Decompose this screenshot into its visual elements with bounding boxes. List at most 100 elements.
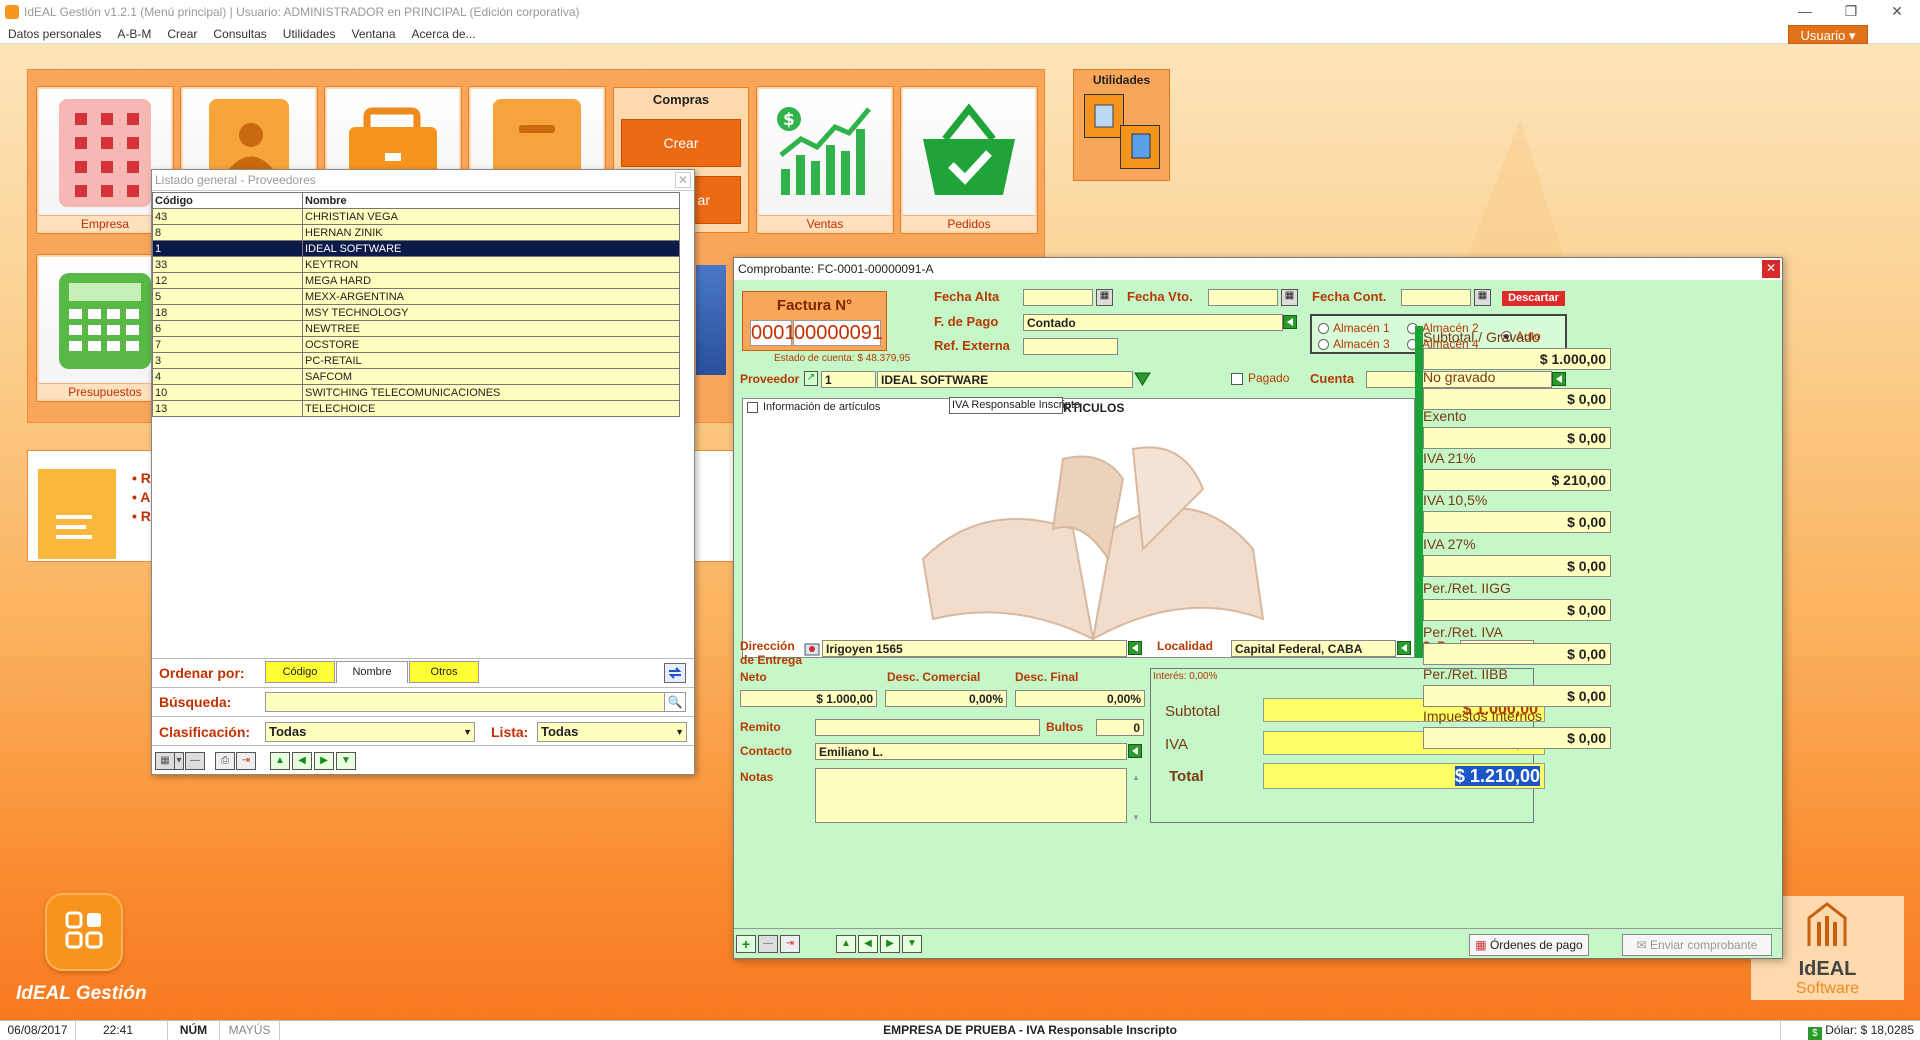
almacen-1-radio[interactable]: Almacén 1: [1318, 321, 1390, 335]
tile-pedidos[interactable]: Pedidos: [901, 87, 1037, 233]
desc-final-input[interactable]: 0,00%: [1015, 690, 1145, 707]
factura-punto-venta[interactable]: 0001: [750, 320, 796, 346]
enviar-comprobante-button[interactable]: ✉ Enviar comprobante: [1622, 934, 1772, 956]
table-row[interactable]: 43 CHRISTIAN VEGA: [152, 208, 680, 225]
splitter-bar[interactable]: [1415, 326, 1423, 658]
add-item-button[interactable]: +: [736, 935, 756, 953]
descartar-button[interactable]: Descartar: [1502, 291, 1565, 306]
tax-value[interactable]: $ 0,00: [1423, 599, 1611, 621]
pagado-checkbox[interactable]: [1231, 373, 1243, 385]
notes-util-button[interactable]: [1120, 125, 1160, 169]
table-row[interactable]: 13 TELECHOICE: [152, 400, 680, 417]
col-codigo[interactable]: Código: [152, 192, 303, 209]
table-row[interactable]: 8 HERNAN ZINIK: [152, 224, 680, 241]
search-button[interactable]: 🔍: [664, 692, 686, 712]
menu-datos-personales[interactable]: Datos personales: [0, 24, 109, 44]
calculator-util-button[interactable]: [1084, 94, 1124, 138]
restore-button[interactable]: ❐: [1828, 0, 1874, 24]
proveedor-lookup-button[interactable]: ↗: [804, 371, 818, 386]
menu-ventana[interactable]: Ventana: [343, 24, 403, 44]
nav-first-button[interactable]: ▲: [270, 752, 290, 770]
almacen-3-radio[interactable]: Almacén 3: [1318, 337, 1390, 351]
fecha-alta-input[interactable]: [1023, 289, 1093, 306]
nav-next-button[interactable]: ▶: [314, 752, 334, 770]
proveedor-name-select[interactable]: IDEAL SOFTWARE: [877, 371, 1133, 388]
table-row[interactable]: 18 MSY TECHNOLOGY: [152, 304, 680, 321]
comprobante-close-button[interactable]: ✕: [1762, 260, 1780, 278]
table-row[interactable]: 3 PC-RETAIL: [152, 352, 680, 369]
table-row[interactable]: 7 OCSTORE: [152, 336, 680, 353]
direccion-dropdown-button[interactable]: [1128, 641, 1142, 655]
table-row[interactable]: 4 SAFCOM: [152, 368, 680, 385]
contacto-dropdown-button[interactable]: [1128, 744, 1142, 758]
nav-prev-button[interactable]: ◀: [292, 752, 312, 770]
item-prev-button[interactable]: ◀: [858, 935, 878, 953]
menu-crear[interactable]: Crear: [159, 24, 205, 44]
print-button[interactable]: ⎙: [215, 752, 235, 770]
fecha-cont-input[interactable]: [1401, 289, 1471, 306]
remito-input[interactable]: [815, 719, 1040, 736]
menu-consultas[interactable]: Consultas: [205, 24, 274, 44]
direccion-input[interactable]: Irigoyen 1565: [822, 640, 1127, 657]
search-input[interactable]: [265, 692, 665, 712]
view-button[interactable]: ▦: [155, 752, 175, 770]
fecha-cont-calendar[interactable]: ▦: [1474, 289, 1491, 306]
refresh-button[interactable]: [664, 663, 686, 683]
menu-utilidades[interactable]: Utilidades: [275, 24, 344, 44]
close-window-button[interactable]: ✕: [1874, 0, 1920, 24]
news-item[interactable]: • R: [132, 469, 151, 488]
tax-value[interactable]: $ 1.000,00: [1423, 348, 1611, 370]
pago-select[interactable]: Contado: [1023, 314, 1283, 331]
map-pin-icon[interactable]: [804, 641, 820, 657]
remove-item-button[interactable]: —: [758, 935, 778, 953]
tax-value[interactable]: $ 0,00: [1423, 388, 1611, 410]
tax-value[interactable]: $ 0,00: [1423, 427, 1611, 449]
providers-close-button[interactable]: ✕: [675, 172, 691, 188]
ordenes-pago-button[interactable]: ▦ Órdenes de pago: [1469, 934, 1589, 956]
user-menu-button[interactable]: Usuario ▾: [1788, 25, 1868, 44]
localidad-input[interactable]: Capital Federal, CABA: [1231, 640, 1396, 657]
tax-value[interactable]: $ 0,00: [1423, 555, 1611, 577]
proveedor-code-input[interactable]: 1: [821, 371, 876, 388]
news-item[interactable]: • R: [132, 507, 151, 526]
lista-select[interactable]: Todas ▼: [537, 722, 687, 742]
delete-button[interactable]: —: [185, 752, 205, 770]
order-nombre-button[interactable]: Nombre: [336, 661, 408, 683]
notas-scrollbar[interactable]: ▲ ▼: [1130, 768, 1142, 823]
nav-last-button[interactable]: ▼: [336, 752, 356, 770]
compras-crear-button[interactable]: Crear: [621, 119, 741, 167]
tax-value[interactable]: $ 0,00: [1423, 511, 1611, 533]
col-nombre[interactable]: Nombre: [302, 192, 680, 209]
localidad-dropdown-button[interactable]: [1397, 641, 1411, 655]
table-row[interactable]: 10 SWITCHING TELECOMUNICACIONES: [152, 384, 680, 401]
menu-acerca-de[interactable]: Acerca de...: [404, 24, 484, 44]
ref-externa-input[interactable]: [1023, 338, 1118, 355]
exit-item-button[interactable]: ⇥: [780, 935, 800, 953]
table-row[interactable]: 12 MEGA HARD: [152, 272, 680, 289]
fecha-alta-calendar[interactable]: ▦: [1096, 289, 1113, 306]
table-row[interactable]: 1 IDEAL SOFTWARE: [152, 240, 680, 257]
table-row[interactable]: 33 KEYTRON: [152, 256, 680, 273]
news-item[interactable]: • A: [132, 488, 151, 507]
view-dropdown[interactable]: ▾: [174, 752, 184, 770]
fecha-vto-input[interactable]: [1208, 289, 1278, 306]
minimize-button[interactable]: —: [1782, 0, 1828, 24]
clasificacion-select[interactable]: Todas ▼: [265, 722, 475, 742]
fecha-vto-calendar[interactable]: ▦: [1281, 289, 1298, 306]
table-row[interactable]: 5 MEXX-ARGENTINA: [152, 288, 680, 305]
order-codigo-button[interactable]: Código: [265, 661, 335, 683]
info-articulos-checkbox[interactable]: [747, 402, 758, 413]
notas-textarea[interactable]: [815, 768, 1127, 823]
contacto-select[interactable]: Emiliano L.: [815, 743, 1127, 760]
item-last-button[interactable]: ▼: [902, 935, 922, 953]
bultos-input[interactable]: 0: [1096, 719, 1144, 736]
table-row[interactable]: 6 NEWTREE: [152, 320, 680, 337]
tax-value[interactable]: $ 210,00: [1423, 469, 1611, 491]
item-first-button[interactable]: ▲: [836, 935, 856, 953]
desc-comercial-input[interactable]: 0,00%: [885, 690, 1007, 707]
tax-value[interactable]: $ 0,00: [1423, 727, 1611, 749]
exit-button[interactable]: ⇥: [236, 752, 256, 770]
item-next-button[interactable]: ▶: [880, 935, 900, 953]
factura-numero[interactable]: 00000091: [793, 320, 883, 346]
app-logo[interactable]: [45, 893, 123, 971]
